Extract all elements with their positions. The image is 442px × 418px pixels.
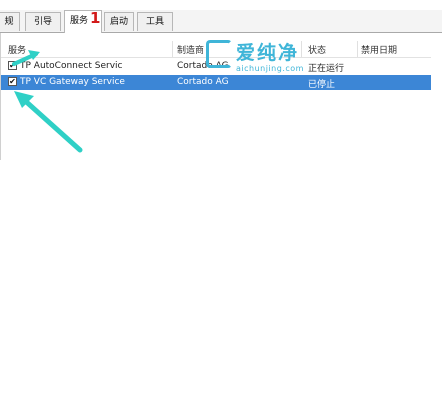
manufacturer: Cortado AG [177,61,229,71]
column-divider [357,41,358,57]
tab-startup-label: 启动 [109,17,128,27]
table-row-selected[interactable]: ✔ TP VC Gateway Service Cortado AG 已停止 [1,75,431,90]
column-header-manufacturer[interactable]: 制造商 [177,43,204,56]
step-badge: 1 [90,9,101,27]
status: 正在运行 [308,64,345,74]
tab-services-label: 服务 [70,16,89,26]
table-header: 服务 制造商 状态 禁用日期 [1,41,431,58]
column-header-status[interactable]: 状态 [308,43,326,56]
services-panel: 服务 制造商 状态 禁用日期 ✔ TP AutoConnect Servic C… [0,33,442,160]
column-divider [301,41,302,57]
tab-bar: 规 引导 服务 启动 工具 [0,10,442,33]
column-header-service[interactable]: 服务 [8,43,26,56]
column-divider [172,41,173,57]
tab-tools[interactable]: 工具 [137,12,173,31]
tab-general[interactable]: 规 [0,12,20,31]
status: 已停止 [308,80,336,90]
tab-boot[interactable]: 引导 [25,12,61,31]
manufacturer: Cortado AG [177,77,229,87]
tab-startup[interactable]: 启动 [104,12,134,31]
msconfig-window: 规 引导 服务 启动 工具 1 服务 制造商 状态 禁用日期 ✔ TP Auto… [0,0,442,160]
table-row[interactable]: ✔ TP AutoConnect Servic Cortado AG 正在运行 [1,59,431,74]
tab-tools-label: 工具 [145,17,164,27]
service-name: TP VC Gateway Service [20,77,125,87]
tab-general-label: 规 [4,17,14,27]
checkbox-icon[interactable]: ✔ [8,77,17,86]
checkbox-icon[interactable]: ✔ [8,61,17,70]
service-name: TP AutoConnect Servic [20,61,123,71]
column-header-disabled-date[interactable]: 禁用日期 [361,43,397,56]
tab-boot-label: 引导 [33,17,52,27]
